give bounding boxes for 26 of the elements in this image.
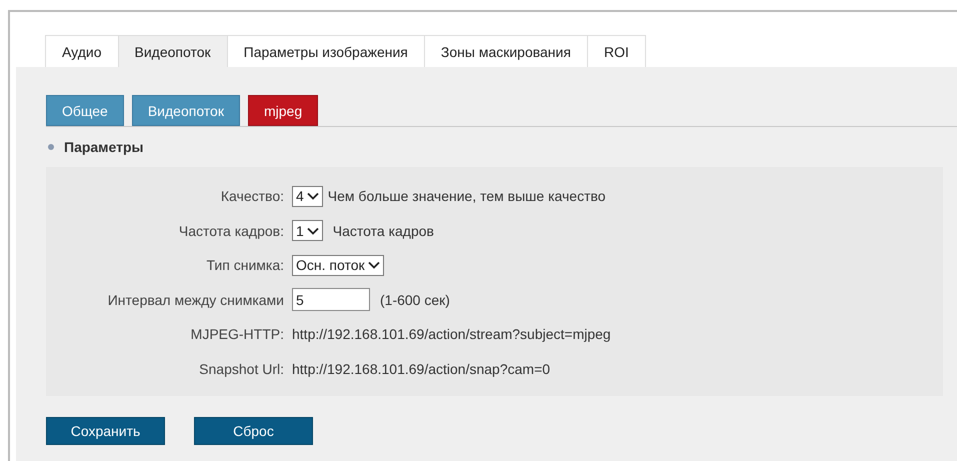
bullet-icon bbox=[48, 144, 54, 150]
tab[interactable]: Аудио bbox=[45, 35, 118, 67]
action-button[interactable]: Сброс bbox=[194, 417, 313, 445]
tab[interactable]: Видеопоток bbox=[118, 35, 228, 67]
dropdown[interactable]: 4 bbox=[292, 186, 323, 207]
dropdown[interactable]: 1 bbox=[292, 220, 323, 242]
dropdown[interactable]: Осн. поток bbox=[292, 254, 384, 276]
field-label: Snapshot Url: bbox=[198, 360, 285, 377]
input-field[interactable]: 5 bbox=[292, 288, 370, 312]
chevron-down-icon bbox=[306, 226, 319, 235]
url-text: http://192.168.101.69/action/snap?cam=0 bbox=[292, 360, 550, 377]
field-label: Тип снимка: bbox=[205, 257, 285, 274]
field-label: Качество: bbox=[220, 188, 285, 204]
hint-text: Частота кадров bbox=[332, 222, 434, 239]
hint-text: Чем больше значение, тем выше качество bbox=[328, 188, 606, 204]
section-title: Параметры bbox=[64, 139, 144, 155]
url-text: http://192.168.101.69/action/stream?subject=mjpeg bbox=[292, 326, 611, 342]
field-label: Интервал между снимками bbox=[106, 292, 285, 308]
field-label: MJPEG-HTTP: bbox=[190, 326, 285, 342]
chevron-down-icon bbox=[368, 261, 380, 270]
field-label: Частота кадров: bbox=[178, 222, 285, 239]
action-button[interactable]: Сохранить bbox=[46, 417, 165, 445]
tab[interactable]: ROI bbox=[586, 35, 646, 67]
chevron-down-icon bbox=[306, 192, 319, 200]
hint-text: (1-600 сек) bbox=[380, 292, 450, 308]
sub-tab[interactable]: mjpeg bbox=[248, 95, 318, 126]
